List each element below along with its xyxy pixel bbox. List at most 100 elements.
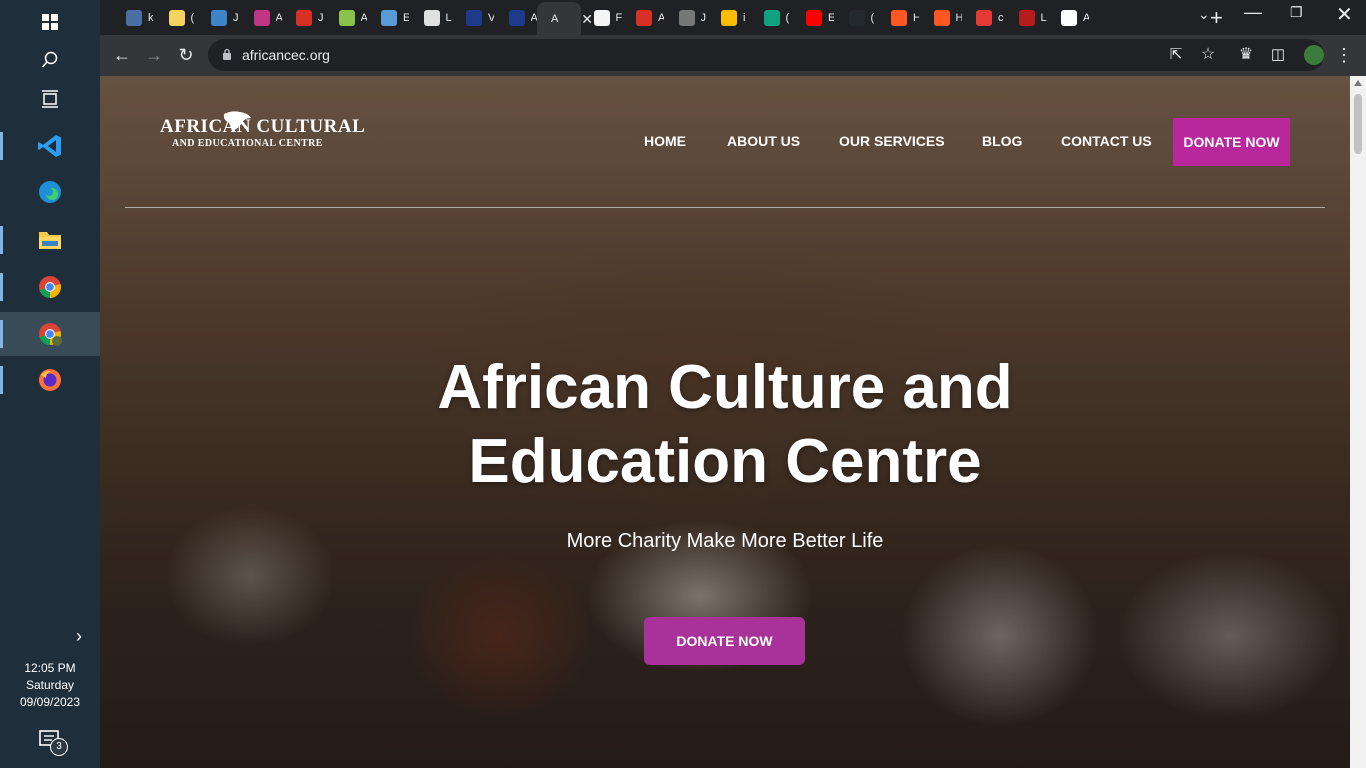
browser-tab[interactable]: L <box>1005 4 1047 31</box>
tab-favicon-icon <box>721 9 737 26</box>
browser-tab[interactable]: E <box>792 4 834 31</box>
vscode-icon <box>38 135 61 157</box>
tab-favicon-icon <box>678 9 695 26</box>
forward-button[interactable]: → <box>142 43 166 67</box>
browser-tab[interactable]: H <box>877 4 919 31</box>
browser-tab[interactable]: A <box>325 4 367 31</box>
clock-date: 09/09/2023 <box>19 695 81 709</box>
page-scrollbar[interactable] <box>1350 76 1366 768</box>
chrome-profile-taskbar-button[interactable] <box>0 312 100 356</box>
tab-title: i <box>743 11 746 24</box>
hero-title: African Culture and Education Centre <box>100 351 1350 499</box>
nav-contact-us[interactable]: CONTACT US <box>1061 133 1152 149</box>
hero-subtitle: More Charity Make More Better Life <box>566 530 884 552</box>
tab-favicon-icon <box>848 9 865 26</box>
tab-favicon-icon <box>976 9 992 26</box>
close-window-button[interactable]: ✕ <box>1336 2 1353 27</box>
browser-tab[interactable]: V <box>452 4 494 31</box>
new-tab-button[interactable]: + <box>1210 5 1223 31</box>
address-bar[interactable]: africancec.org ⇱ ☆ <box>208 39 1324 71</box>
lock-icon <box>223 48 231 60</box>
back-button[interactable]: ← <box>110 43 134 67</box>
tab-favicon-icon <box>763 9 780 26</box>
clock-day: Saturday <box>25 678 75 692</box>
browser-tab[interactable]: ( <box>750 4 792 31</box>
tab-title: V <box>488 11 494 24</box>
search-icon <box>41 51 58 68</box>
more-menu-icon[interactable]: ⋮ <box>1332 43 1356 67</box>
scroll-up-arrow-icon[interactable] <box>1354 80 1362 86</box>
tab-favicon-icon <box>126 9 142 26</box>
browser-tab[interactable]: A <box>622 4 664 31</box>
nav-about-us[interactable]: ABOUT US <box>727 133 800 149</box>
restore-button[interactable]: ❐ <box>1290 4 1303 21</box>
browser-tab[interactable]: J <box>282 4 324 31</box>
browser-tab[interactable]: L <box>410 4 452 31</box>
browser-tab[interactable]: J <box>197 4 239 31</box>
tab-favicon-icon <box>423 9 440 26</box>
nav-home[interactable]: HOME <box>644 133 686 149</box>
page-viewport: AFRICAN CULTURAL AND EDUCATIONAL CENTRE … <box>100 76 1350 768</box>
share-icon[interactable]: ⇱ <box>1164 43 1188 67</box>
url-text: africancec.org <box>242 47 330 63</box>
browser-tab[interactable]: A <box>495 4 537 31</box>
browser-tab[interactable]: F <box>580 4 622 31</box>
chrome-taskbar-button[interactable] <box>0 265 100 309</box>
nav-our-services[interactable]: OUR SERVICES <box>839 133 945 149</box>
profile-avatar[interactable] <box>1304 45 1324 65</box>
side-panel-icon[interactable]: ◫ <box>1266 43 1290 67</box>
running-indicator <box>0 366 3 394</box>
firefox-taskbar-button[interactable] <box>0 358 100 402</box>
tab-title: A <box>530 11 537 24</box>
edge-taskbar-button[interactable] <box>0 170 100 214</box>
running-indicator <box>0 132 3 160</box>
tab-favicon-icon <box>636 9 652 26</box>
tab-title: ( <box>870 11 875 24</box>
browser-tab[interactable]: E <box>367 4 409 31</box>
minimize-button[interactable]: — <box>1244 2 1262 23</box>
hero-donate-button[interactable]: DONATE NOW <box>644 617 805 665</box>
tab-favicon-icon <box>338 9 355 26</box>
scrollbar-thumb[interactable] <box>1354 94 1362 154</box>
reload-button[interactable]: ↻ <box>174 43 198 67</box>
taskbar-clock[interactable]: 12:05 PM Saturday 09/09/2023 <box>0 660 100 711</box>
tab-title: ( <box>785 11 790 24</box>
running-indicator <box>0 226 3 254</box>
browser-tab[interactable]: A <box>1047 4 1089 31</box>
tab-favicon-icon <box>253 9 270 26</box>
tab-title: E <box>828 11 834 24</box>
tab-title: J <box>318 11 324 24</box>
task-view-icon <box>42 90 58 108</box>
browser-tab[interactable]: i <box>707 4 749 31</box>
file-explorer-taskbar-button[interactable] <box>0 218 100 262</box>
tab-title: H <box>955 11 962 24</box>
extensions-puzzle-icon[interactable]: ♛ <box>1234 43 1258 67</box>
nav-donate-button[interactable]: DONATE NOW <box>1173 118 1290 166</box>
chrome-profile-icon <box>39 323 62 346</box>
browser-tab[interactable]: J <box>665 4 707 31</box>
folder-icon <box>39 232 61 249</box>
tab-title: L <box>1040 11 1047 24</box>
tab-title: ( <box>190 11 195 24</box>
chevron-right-icon[interactable]: › <box>76 626 82 647</box>
edge-icon <box>39 181 61 203</box>
tab-favicon-icon <box>593 9 610 26</box>
browser-tab[interactable]: A <box>240 4 282 31</box>
browser-tab[interactable]: c <box>962 4 1004 31</box>
search-button[interactable] <box>0 38 100 82</box>
running-indicator <box>0 273 3 301</box>
browser-tab[interactable]: k <box>112 4 154 31</box>
tab-search-chevron-icon[interactable]: ⌄ <box>1198 6 1210 23</box>
task-view-button[interactable] <box>0 77 100 121</box>
browser-tab[interactable]: ( <box>155 4 197 31</box>
tab-favicon-icon <box>891 9 907 26</box>
tab-title: c <box>998 11 1004 24</box>
browser-tab[interactable]: ( <box>835 4 877 31</box>
browser-tab[interactable]: A ✕ <box>537 2 593 35</box>
browser-tab[interactable]: H <box>920 4 962 31</box>
tab-favicon-icon <box>806 9 822 26</box>
vscode-taskbar-button[interactable] <box>0 124 100 168</box>
site-navigation: HOME ABOUT US OUR SERVICES BLOG CONTACT … <box>100 118 1350 166</box>
bookmark-star-icon[interactable]: ☆ <box>1196 43 1220 67</box>
nav-blog[interactable]: BLOG <box>982 133 1022 149</box>
